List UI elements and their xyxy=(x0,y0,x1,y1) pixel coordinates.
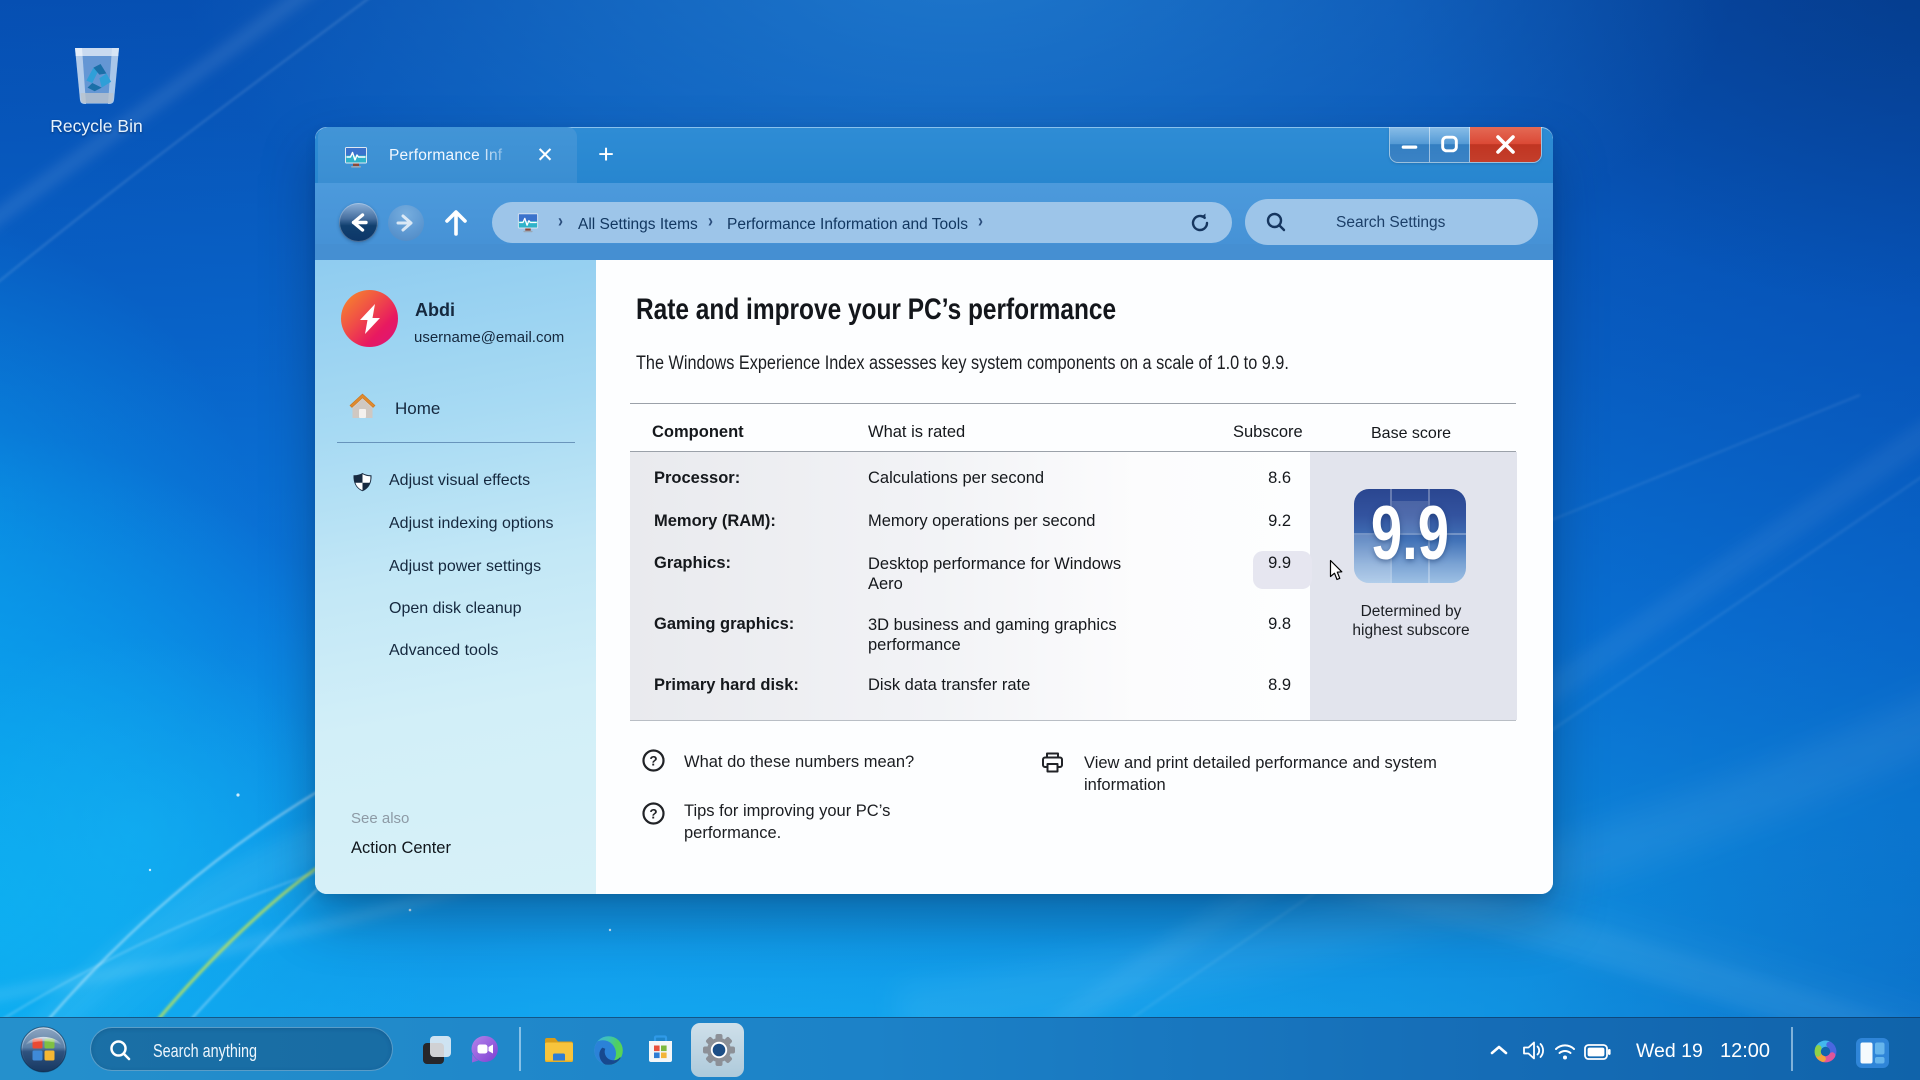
svg-text:?: ? xyxy=(649,753,657,768)
svg-text:?: ? xyxy=(649,806,657,821)
